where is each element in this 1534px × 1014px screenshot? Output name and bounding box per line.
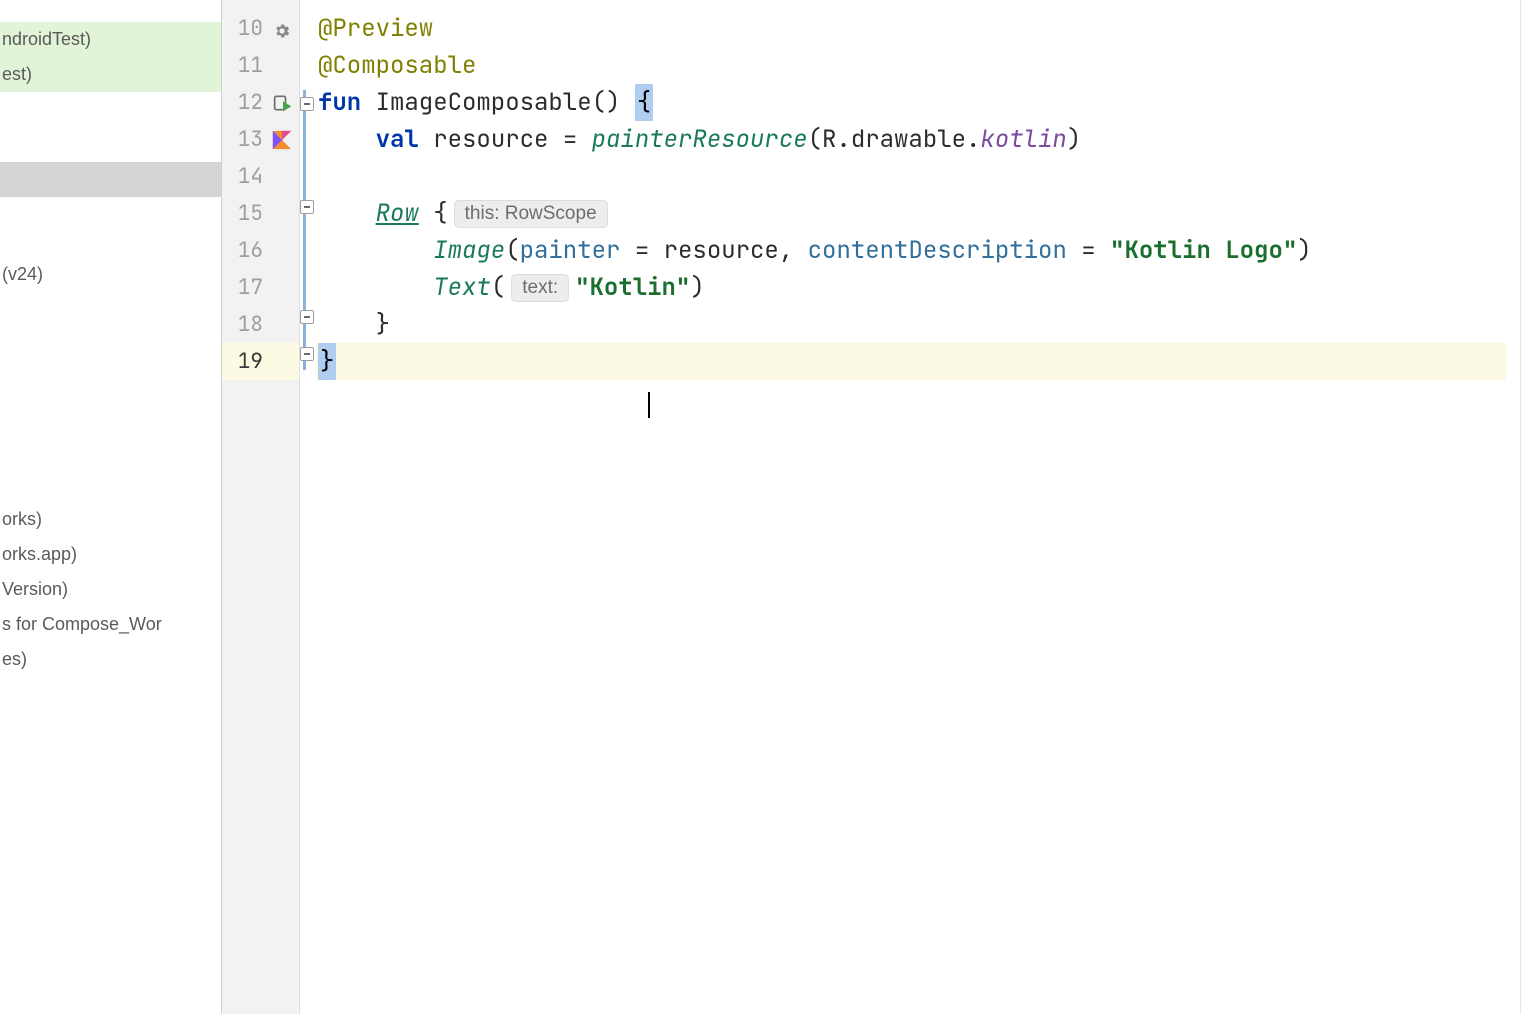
line-number: 16	[238, 237, 263, 264]
gutter-line[interactable]: 10	[222, 10, 299, 47]
tree-item[interactable]: ndroidTest)	[0, 22, 221, 57]
line-number: 14	[238, 163, 263, 190]
code-line-current[interactable]: }	[316, 343, 1506, 380]
fold-handle-icon[interactable]	[300, 310, 314, 324]
inlay-hint: this: RowScope	[454, 200, 608, 228]
code-editor[interactable]: @Preview @Composable fun ImageComposable…	[316, 0, 1520, 1014]
tree-item[interactable]: est)	[0, 57, 221, 92]
gutter-line[interactable]: 14	[222, 158, 299, 195]
gutter-line[interactable]: 11	[222, 47, 299, 84]
code-line[interactable]: Row {this: RowScope	[316, 195, 1506, 232]
line-number: 17	[238, 274, 263, 301]
line-number: 19	[238, 348, 263, 375]
code-line[interactable]: val resource = painterResource(R.drawabl…	[316, 121, 1506, 158]
tree-item[interactable]: es)	[0, 642, 221, 677]
run-icon[interactable]	[273, 93, 293, 113]
code-line[interactable]: @Composable	[316, 47, 1506, 84]
code-line[interactable]: Image(painter = resource, contentDescrip…	[316, 232, 1506, 269]
gear-icon[interactable]	[273, 20, 291, 38]
tree-item[interactable]: (v24)	[0, 257, 221, 292]
code-line[interactable]: }	[316, 306, 1506, 343]
line-number: 10	[238, 15, 263, 42]
tree-item[interactable]: s for Compose_Wor	[0, 607, 221, 642]
editor-gutter[interactable]: 10 11 12 13 14 15 16 17 18 19	[222, 0, 300, 1014]
line-number: 13	[238, 126, 263, 153]
line-number: 18	[238, 311, 263, 338]
fold-ribbon[interactable]	[300, 0, 316, 1014]
gutter-line[interactable]: 18	[222, 306, 299, 343]
fold-handle-icon[interactable]	[300, 347, 314, 361]
gutter-line[interactable]: 12	[222, 84, 299, 121]
code-line[interactable]: Text(text:"Kotlin")	[316, 269, 1506, 306]
gutter-line[interactable]: 16	[222, 232, 299, 269]
inlay-hint: text:	[511, 274, 569, 302]
gutter-line[interactable]: 13	[222, 121, 299, 158]
code-line[interactable]	[316, 158, 1506, 195]
tree-item[interactable]: Version)	[0, 572, 221, 607]
line-number: 12	[238, 89, 263, 116]
line-number: 11	[238, 52, 263, 79]
ide-window: ndroidTest) est) (v24) orks) orks.app) V…	[0, 0, 1534, 1014]
tree-item[interactable]: orks)	[0, 502, 221, 537]
gutter-line[interactable]: 15	[222, 195, 299, 232]
editor-scrollbar[interactable]	[1520, 0, 1534, 1014]
line-number: 15	[238, 200, 263, 227]
code-line[interactable]: fun ImageComposable() {	[316, 84, 1506, 121]
fold-handle-icon[interactable]	[300, 200, 314, 214]
tree-item[interactable]: orks.app)	[0, 537, 221, 572]
kotlin-logo-icon[interactable]	[271, 129, 293, 151]
text-caret-icon	[648, 392, 650, 418]
tree-item-selected[interactable]	[0, 162, 221, 197]
gutter-line[interactable]: 17	[222, 269, 299, 306]
fold-handle-icon[interactable]	[300, 97, 314, 111]
code-line[interactable]: @Preview	[316, 10, 1506, 47]
project-tool-window[interactable]: ndroidTest) est) (v24) orks) orks.app) V…	[0, 0, 222, 1014]
gutter-line[interactable]: 19	[222, 343, 299, 380]
